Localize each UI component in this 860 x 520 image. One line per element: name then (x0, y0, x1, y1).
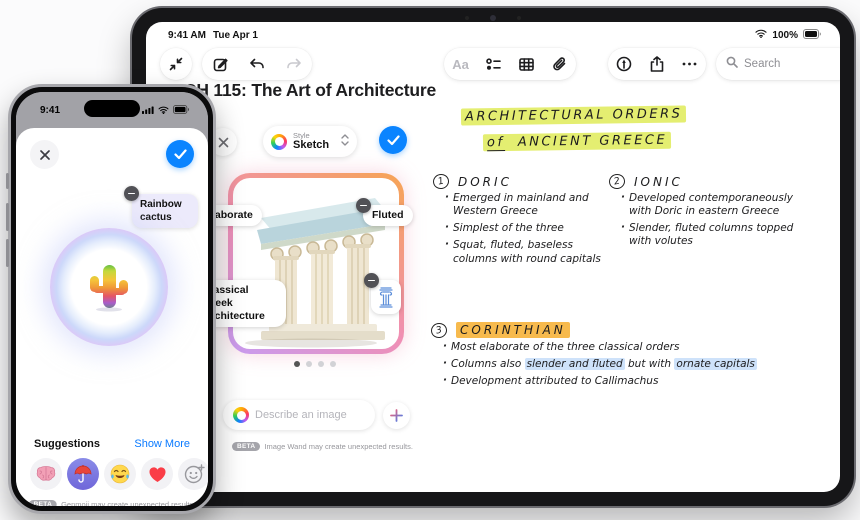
brain-emoji[interactable] (30, 458, 62, 490)
search-input[interactable] (744, 58, 840, 70)
beta-badge: BETA (28, 500, 58, 506)
section-doric: 1DORIC Emerged in mainland and Western G… (431, 172, 605, 270)
plus-icon (390, 408, 403, 422)
variant-dot[interactable] (306, 361, 312, 367)
redo-icon[interactable] (281, 58, 307, 71)
notes-heading-line1: ARCHITECTURAL ORDERS (460, 105, 687, 126)
notes-heading-line2: of ANCIENT GREECE (482, 131, 672, 152)
corinthian-bullet-highlighted: Columns also slender and fluted but with… (443, 357, 771, 371)
ipad-battery-percent: 100% (772, 29, 798, 41)
toolbar-collapse-group (160, 48, 192, 80)
share-icon[interactable] (644, 56, 670, 72)
undo-icon[interactable] (244, 58, 270, 71)
describe-image-field[interactable] (223, 400, 375, 430)
search-field[interactable] (716, 48, 840, 80)
beta-text: Image Wand may create unexpected results… (264, 442, 413, 451)
battery-icon (803, 28, 822, 42)
genmoji-accept-button[interactable] (166, 140, 194, 168)
chevron-up-down-icon (341, 133, 349, 151)
suggestion-emoji-row (30, 458, 208, 490)
ipad-device: 9:41 AM Tue Apr 1 100% Aa Search ARCH 11… (132, 8, 854, 506)
volume-down-button (6, 239, 9, 267)
stage: 9:41 AM Tue Apr 1 100% Aa Search ARCH 11… (0, 0, 860, 520)
apple-intelligence-icon (271, 133, 287, 150)
add-image-button[interactable] (383, 401, 410, 429)
suggestions-header: Suggestions Show More (34, 438, 190, 450)
action-button (6, 173, 9, 189)
circled-number: 1 (431, 172, 451, 191)
ipad-camera (490, 15, 496, 21)
umbrella-emoji-selected[interactable] (67, 458, 99, 490)
genmoji-prompt-tag[interactable]: Rainbow cactus (132, 194, 198, 228)
ipad-toolbar: Aa (160, 48, 840, 80)
circled-number: 2 (607, 172, 627, 191)
variant-dot[interactable] (318, 361, 324, 367)
markup-pencil-icon[interactable] (611, 56, 637, 72)
style-picker[interactable]: Style Sketch (263, 126, 357, 157)
toolbar-insert-group: Aa (444, 48, 576, 80)
section-corinthian: 3CORINTHIAN Most elaborate of the three … (429, 321, 771, 392)
suggestions-label: Suggestions (34, 438, 101, 450)
show-more-link[interactable]: Show More (134, 438, 190, 450)
text-format-icon[interactable]: Aa (448, 57, 474, 72)
image-wand-beta-disclaimer: BETA Image Wand may create unexpected re… (232, 442, 413, 451)
rainbow-cactus-emoji (90, 265, 128, 312)
variant-dot-active[interactable] (294, 361, 300, 367)
beta-text: Genmoji may create unexpected results. (61, 500, 196, 506)
column-sketch-icon (379, 287, 393, 308)
section-doric-title: DORIC (458, 174, 512, 189)
variant-dot[interactable] (330, 361, 336, 367)
image-variant-dots (294, 361, 336, 367)
style-label: Style (293, 130, 310, 140)
cellular-icon (142, 101, 154, 119)
search-icon (726, 55, 738, 73)
beta-badge: BETA (232, 442, 261, 451)
attachment-icon[interactable] (547, 56, 573, 72)
toolbar-tools-group (608, 48, 706, 80)
describe-image-input[interactable] (255, 409, 365, 421)
wifi-icon (158, 101, 169, 119)
section-corinthian-title: CORINTHIAN (456, 322, 570, 338)
image-wand-input-row (223, 400, 410, 430)
battery-icon (173, 101, 190, 119)
laughing-emoji[interactable] (104, 458, 136, 490)
genmoji-preview-bubble (50, 228, 168, 346)
ipad-status-bar: 9:41 AM Tue Apr 1 100% (168, 28, 822, 42)
circled-number: 3 (429, 321, 449, 339)
section-ionic-title: IONIC (634, 174, 683, 189)
ipad-time: 9:41 AM (168, 29, 206, 41)
iphone-device: 9:41 Rainbow cactus Suggestions Show Mor… (6, 84, 216, 514)
apple-intelligence-icon (233, 407, 249, 423)
genmoji-close-button[interactable] (30, 140, 59, 169)
thumbnail-tag-remove-button[interactable] (364, 273, 379, 288)
iphone-screen: 9:41 Rainbow cactus Suggestions Show Mor… (16, 92, 208, 506)
genmoji-tag-remove-button[interactable] (124, 186, 139, 201)
heart-emoji[interactable] (141, 458, 173, 490)
compose-icon[interactable] (207, 57, 233, 72)
ipad-date: Tue Apr 1 (212, 29, 258, 41)
volume-up-button (6, 203, 9, 231)
tag-fluted-remove-button[interactable] (356, 198, 371, 213)
collapse-icon[interactable] (163, 57, 189, 71)
genmoji-beta-disclaimer: BETA Genmoji may create unexpected resul… (28, 500, 196, 506)
new-genmoji-icon[interactable] (178, 458, 208, 490)
more-icon[interactable] (677, 62, 703, 66)
genmoji-sheet: Rainbow cactus Suggestions Show More BET… (16, 128, 208, 506)
checklist-icon[interactable] (481, 57, 507, 71)
iphone-time: 9:41 (40, 104, 61, 116)
section-ionic: 2IONIC Developed contemporaneously with … (607, 172, 799, 253)
image-wand-accept-button[interactable] (379, 126, 407, 154)
ipad-screen: 9:41 AM Tue Apr 1 100% Aa Search ARCH 11… (146, 22, 840, 492)
toolbar-edit-group (202, 48, 312, 80)
style-value: Sketch (293, 139, 330, 152)
wifi-icon (755, 29, 767, 41)
table-icon[interactable] (514, 57, 540, 71)
dynamic-island (84, 100, 140, 117)
